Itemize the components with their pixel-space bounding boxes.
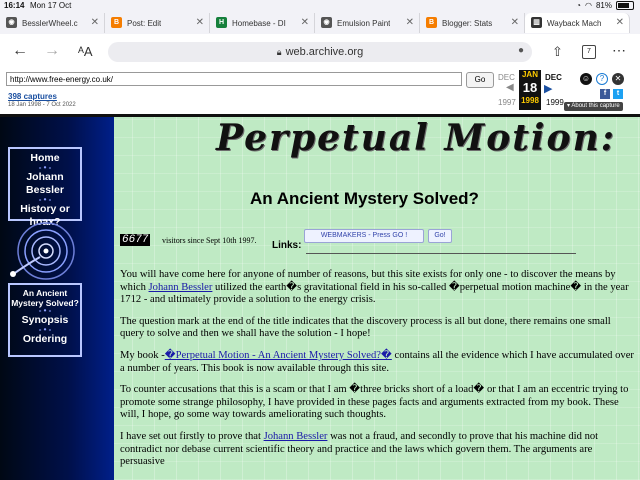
close-icon[interactable]: ✕ xyxy=(406,17,414,28)
cur-month: JAN xyxy=(521,70,538,79)
cur-year: 1998 xyxy=(521,96,539,105)
archived-page: Home - • - Johann Bessler - • - History … xyxy=(0,117,640,480)
blogger-icon: B xyxy=(426,17,437,28)
microphone-icon[interactable]: ● xyxy=(518,45,524,56)
user-icon[interactable]: ☺ xyxy=(580,73,592,85)
webmakers-select[interactable]: WEBMAKERS - Press GO ! xyxy=(304,229,424,243)
close-icon[interactable]: ✕ xyxy=(196,17,204,28)
prev-capture-icon[interactable]: ◀ xyxy=(506,82,514,93)
article-body: You will have come here for anyone of nu… xyxy=(120,269,634,478)
back-arrow-icon[interactable]: ← xyxy=(12,42,28,60)
webmakers-go-button[interactable]: Go! xyxy=(428,229,452,243)
paragraph: I have set out firstly to prove that Joh… xyxy=(120,431,634,469)
tab-label: Homebase - DI xyxy=(232,18,286,28)
ghost-icon: ◉ xyxy=(321,17,332,28)
sidebar-menu-top: Home - • - Johann Bessler - • - History … xyxy=(8,147,82,228)
capture-range: 18 Jan 1998 - 7 Oct 2022 xyxy=(8,102,76,108)
paragraph: My book -�Perpetual Motion - An Ancient … xyxy=(120,350,634,375)
johann-bessler-link[interactable]: Johann Bessler xyxy=(149,282,213,293)
tab-wayback-machine[interactable]: ▥ Wayback Mach ✕ xyxy=(525,13,630,33)
about-capture-label: About this capture xyxy=(571,103,620,109)
paragraph: You will have come here for anyone of nu… xyxy=(120,269,634,307)
paragraph: The question mark at the end of the titl… xyxy=(120,315,611,340)
cur-day: 18 xyxy=(522,80,538,95)
captures-link[interactable]: 398 captures xyxy=(8,92,57,101)
archive-icon: ▥ xyxy=(531,17,542,28)
wayback-icons: ☺ ? ✕ xyxy=(580,73,624,85)
sidebar-item-johann-bessler[interactable]: Johann Bessler xyxy=(10,171,80,197)
next-capture-icon[interactable]: ▶ xyxy=(544,82,552,95)
tab-label: BesslerWheel.c xyxy=(22,18,78,28)
paragraph: To counter accusations that this is a sc… xyxy=(120,384,629,421)
tab-strip: ◉ BesslerWheel.c ✕ B Post: Edit ✕ H Home… xyxy=(0,12,640,34)
sidebar-item-ancient-mystery[interactable]: An Ancient Mystery Solved? xyxy=(10,288,80,308)
wifi-icon: ◠ xyxy=(585,1,592,10)
tab-post-edit[interactable]: B Post: Edit ✕ xyxy=(105,13,210,33)
facebook-icon[interactable]: f xyxy=(600,89,610,99)
text: My book - xyxy=(120,349,165,361)
next-month[interactable]: DEC xyxy=(545,73,562,82)
visitor-counter-text: visitors since Sept 10th 1997. xyxy=(162,236,257,245)
tab-blogger-stats[interactable]: B Blogger: Stats ✕ xyxy=(420,13,525,33)
close-icon[interactable]: ✕ xyxy=(91,17,99,28)
wayback-go-button[interactable]: Go xyxy=(466,72,494,88)
links-label: Links: xyxy=(272,240,302,251)
url-field[interactable]: 🔒︎ web.archive.org ● xyxy=(108,42,532,62)
page-subtitle: An Ancient Mystery Solved? xyxy=(250,189,479,208)
close-icon[interactable]: ✕ xyxy=(301,17,309,28)
close-icon[interactable]: ✕ xyxy=(511,17,519,28)
forward-arrow-icon[interactable]: → xyxy=(44,42,60,60)
tab-label: Emulsion Paint xyxy=(337,18,391,28)
prev-month[interactable]: DEC xyxy=(498,73,515,82)
tab-label: Blogger: Stats xyxy=(442,18,493,28)
status-bar: 16:14 Mon 17 Oct ◔ ◠ 81% xyxy=(0,0,640,12)
text: I have set out firstly to prove that xyxy=(120,430,264,442)
prev-year[interactable]: 1997 xyxy=(498,98,516,107)
about-capture-button[interactable]: ▾ About this capture xyxy=(564,102,623,111)
sidebar: Home - • - Johann Bessler - • - History … xyxy=(0,117,114,480)
twitter-icon[interactable]: t xyxy=(613,89,623,99)
help-icon[interactable]: ? xyxy=(596,73,608,85)
more-menu-icon[interactable]: ⋯ xyxy=(612,42,627,59)
status-indicators: ◔ ◠ 81% xyxy=(576,1,634,10)
tab-label: Wayback Mach xyxy=(547,18,602,28)
battery-percent: 81% xyxy=(595,1,612,10)
tab-label: Post: Edit xyxy=(127,18,162,28)
date: Mon 17 Oct xyxy=(30,1,72,10)
johann-bessler-link[interactable]: Johann Bessler xyxy=(264,431,328,442)
share-icon[interactable]: ⇧ xyxy=(552,44,563,60)
main-column: Perpetual Motion: An Ancient Mystery Sol… xyxy=(116,117,640,480)
wayback-toolbar: http://www.free-energy.co.uk/ Go 398 cap… xyxy=(0,68,640,117)
next-year[interactable]: 1999 xyxy=(546,98,564,107)
close-icon[interactable]: ✕ xyxy=(612,73,624,85)
homebase-icon: H xyxy=(216,17,227,28)
ghost-icon: ◉ xyxy=(6,17,17,28)
divider xyxy=(306,253,576,254)
visitor-counter: 6677 xyxy=(120,234,151,246)
reader-icon[interactable]: ᴬA xyxy=(78,44,93,59)
page-title: Perpetual Motion: xyxy=(216,117,617,159)
book-link[interactable]: �Perpetual Motion - An Ancient Mystery S… xyxy=(165,350,392,361)
sidebar-item-ordering[interactable]: Ordering xyxy=(10,333,80,346)
tab-overview-button[interactable]: 7 xyxy=(582,45,596,59)
close-icon[interactable]: ✕ xyxy=(616,17,624,28)
url-text: web.archive.org xyxy=(285,46,364,58)
tab-besslerwheel[interactable]: ◉ BesslerWheel.c ✕ xyxy=(0,13,105,33)
social-links: f t xyxy=(600,89,623,99)
wayback-url-input[interactable]: http://www.free-energy.co.uk/ xyxy=(6,72,462,86)
tab-homebase[interactable]: H Homebase - DI ✕ xyxy=(210,13,315,33)
spiral-orb-icon xyxy=(10,222,75,280)
current-capture-date: JAN 18 1998 xyxy=(519,70,541,110)
lock-icon: 🔒︎ xyxy=(276,46,282,57)
sidebar-menu-bottom: An Ancient Mystery Solved? - • - Synopsi… xyxy=(8,283,82,357)
signal-icon: ◔ xyxy=(576,1,581,10)
address-bar: ← → ᴬA 🔒︎ web.archive.org ● ⇧ 7 ⋯ xyxy=(0,34,640,68)
clock: 16:14 xyxy=(4,1,25,10)
battery-icon xyxy=(616,1,634,10)
blogger-icon: B xyxy=(111,17,122,28)
tab-emulsion-paint[interactable]: ◉ Emulsion Paint ✕ xyxy=(315,13,420,33)
